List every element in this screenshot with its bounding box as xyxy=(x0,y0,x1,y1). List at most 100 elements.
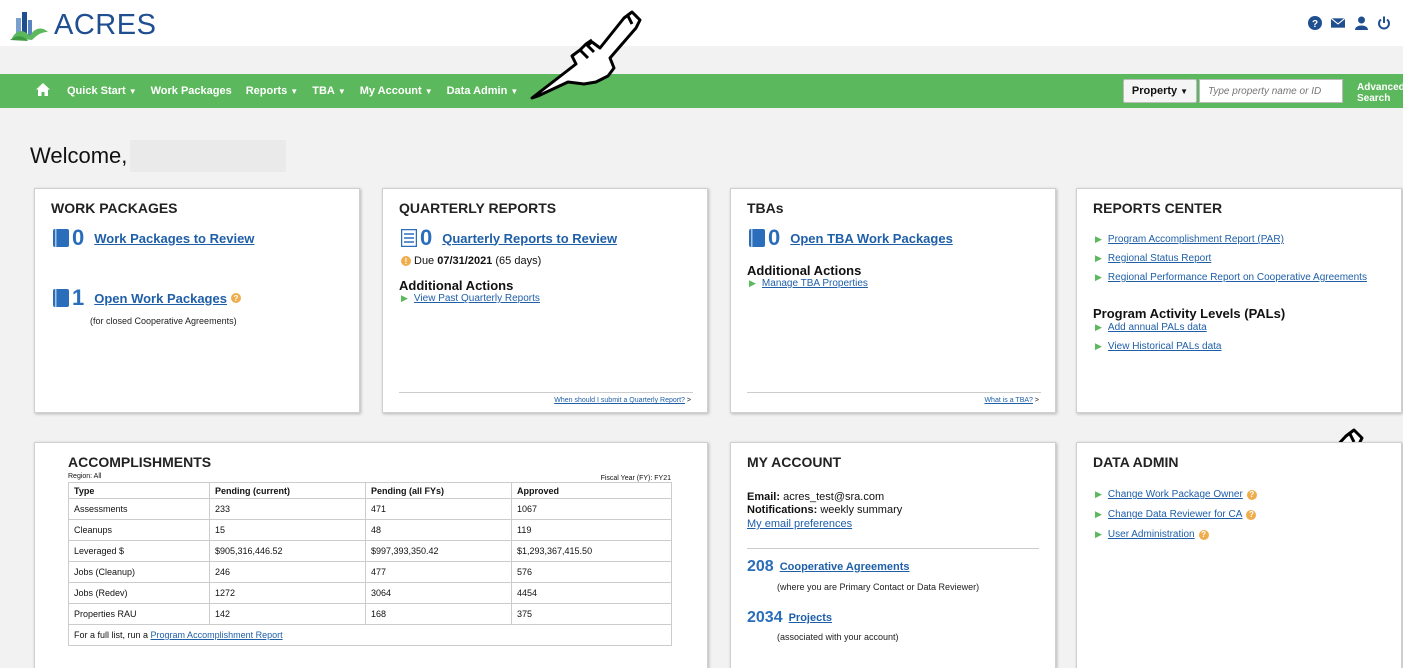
quarterly-review-row: 0 Quarterly Reports to Review xyxy=(401,225,617,251)
triangle-right-icon: ▶ xyxy=(1095,489,1102,499)
report-link-row: ▶ Regional Status Report xyxy=(1095,253,1211,264)
quarterly-reports-to-review-link[interactable]: Quarterly Reports to Review xyxy=(442,231,617,246)
data-admin-link-row: ▶ User Administration? xyxy=(1095,529,1209,540)
add-pals-link[interactable]: Add annual PALs data xyxy=(1108,322,1207,333)
par-report-link[interactable]: Program Accomplishment Report (PAR) xyxy=(1108,234,1284,245)
nav-my-account[interactable]: My Account ▼ xyxy=(360,85,433,97)
book-icon xyxy=(53,229,69,247)
change-work-package-owner-link[interactable]: Change Work Package Owner xyxy=(1108,489,1243,500)
nav-data-admin[interactable]: Data Admin ▼ xyxy=(447,85,519,97)
welcome-heading: Welcome, xyxy=(30,143,128,168)
review-count: 0 xyxy=(72,225,85,250)
help-icon[interactable]: ? xyxy=(1308,16,1322,30)
tba-help-footer: What is a TBA? > xyxy=(984,397,1039,404)
view-historical-pals-link[interactable]: View Historical PALs data xyxy=(1108,341,1222,352)
help-icon[interactable]: ? xyxy=(230,293,241,303)
triangle-right-icon: ▶ xyxy=(749,278,756,288)
email-row: Email: acres_test@sra.com xyxy=(747,491,885,503)
triangle-right-icon: ▶ xyxy=(1095,529,1102,539)
open-note: (for closed Cooperative Agreements) xyxy=(90,316,237,326)
view-past-quarterly-reports-link[interactable]: View Past Quarterly Reports xyxy=(414,293,540,304)
regional-status-report-link[interactable]: Regional Status Report xyxy=(1108,253,1211,264)
notifications-value: weekly summary xyxy=(820,504,903,516)
open-tba-work-packages-link[interactable]: Open TBA Work Packages xyxy=(790,231,953,246)
nav-quick-start[interactable]: Quick Start ▼ xyxy=(67,85,137,97)
advanced-search-link[interactable]: Advanced Search xyxy=(1357,82,1403,104)
open-count: 1 xyxy=(72,285,85,310)
manage-tba-properties-link[interactable]: Manage TBA Properties xyxy=(762,278,868,289)
reports-center-card: REPORTS CENTER ▶ Program Accomplishment R… xyxy=(1076,188,1402,413)
quarterly-reports-card: QUARTERLY REPORTS 0 Quarterly Reports to… xyxy=(382,188,708,413)
card-title: WORK PACKAGES xyxy=(51,200,178,216)
fiscal-year-label: Fiscal Year (FY): FY21 xyxy=(600,475,671,482)
user-name-redacted xyxy=(130,140,286,172)
table-row: Jobs (Cleanup) 246 477 576 xyxy=(68,561,672,583)
card-title: ACCOMPLISHMENTS xyxy=(68,454,212,470)
table-row: Assessments 233 471 1067 xyxy=(68,498,672,520)
ca-count: 208 xyxy=(747,558,774,575)
open-work-packages-link[interactable]: Open Work Packages xyxy=(94,291,227,306)
tba-count: 0 xyxy=(768,225,781,250)
report-link-row: ▶ Regional Performance Report on Cooperat… xyxy=(1095,272,1367,283)
triangle-right-icon: ▶ xyxy=(401,293,408,303)
help-icon[interactable]: ? xyxy=(1246,509,1257,520)
nav-work-packages[interactable]: Work Packages xyxy=(151,85,232,97)
quarterly-help-footer: When should I submit a Quarterly Report?… xyxy=(554,397,691,404)
projects-link[interactable]: Projects xyxy=(789,612,832,624)
column-header: Pending (all FYs) xyxy=(365,482,512,499)
column-header: Pending (current) xyxy=(209,482,366,499)
quarterly-count: 0 xyxy=(420,225,433,250)
change-data-reviewer-link[interactable]: Change Data Reviewer for CA xyxy=(1108,509,1243,520)
nav-reports[interactable]: Reports ▼ xyxy=(246,85,298,97)
help-icon[interactable]: ? xyxy=(1198,529,1209,540)
warning-icon: ! xyxy=(401,256,411,266)
table-header-row: Type Pending (current) Pending (all FYs)… xyxy=(68,482,672,499)
divider xyxy=(399,392,693,393)
review-row: 0 Work Packages to Review xyxy=(53,225,254,251)
chevron-down-icon: ▼ xyxy=(128,87,137,96)
projects-count: 2034 xyxy=(747,609,783,626)
user-administration-link[interactable]: User Administration xyxy=(1108,529,1195,540)
what-is-tba-link[interactable]: What is a TBA? xyxy=(984,397,1033,404)
work-packages-card: WORK PACKAGES 0 Work Packages to Review … xyxy=(34,188,360,413)
card-title: TBAs xyxy=(747,200,784,216)
report-list-icon xyxy=(401,229,417,247)
card-title: DATA ADMIN xyxy=(1093,454,1179,470)
logo-text: ACRES xyxy=(54,8,157,41)
power-icon[interactable] xyxy=(1377,16,1391,30)
book-icon xyxy=(53,289,69,307)
property-search-input[interactable] xyxy=(1199,79,1343,103)
due-info: ! Due 07/31/2021 (65 days) xyxy=(401,255,541,267)
chevron-down-icon: ▼ xyxy=(510,87,519,96)
divider xyxy=(747,548,1039,549)
pals-link-row: ▶ Add annual PALs data xyxy=(1095,322,1207,333)
projects-row: 2034 Projects xyxy=(747,609,832,627)
regional-performance-report-link[interactable]: Regional Performance Report on Cooperati… xyxy=(1108,272,1367,283)
card-title: MY ACCOUNT xyxy=(747,454,842,470)
column-header: Type xyxy=(68,482,210,499)
when-submit-quarterly-link[interactable]: When should I submit a Quarterly Report? xyxy=(554,397,685,404)
acres-logo[interactable]: ACRES xyxy=(10,8,156,42)
table-footer-row: For a full list, run a Program Accomplis… xyxy=(68,624,672,646)
ca-note: (where you are Primary Contact or Data R… xyxy=(777,582,980,592)
email-preferences-link[interactable]: My email preferences xyxy=(747,518,852,530)
property-dropdown-button[interactable]: Property ▼ xyxy=(1123,79,1197,103)
chevron-down-icon: ▼ xyxy=(337,87,346,96)
card-title: QUARTERLY REPORTS xyxy=(399,200,557,216)
cooperative-agreements-link[interactable]: Cooperative Agreements xyxy=(780,561,910,573)
plant-logo-icon xyxy=(10,12,48,41)
tbas-card: TBAs 0 Open TBA Work Packages Additional… xyxy=(730,188,1056,413)
table-row: Properties RAU 142 168 375 xyxy=(68,603,672,625)
work-packages-to-review-link[interactable]: Work Packages to Review xyxy=(94,231,254,246)
help-icon[interactable]: ? xyxy=(1246,489,1257,500)
user-icon[interactable] xyxy=(1354,16,1368,30)
home-icon[interactable] xyxy=(36,83,50,101)
mail-icon[interactable] xyxy=(1331,16,1345,30)
pals-heading: Program Activity Levels (PALs) xyxy=(1093,306,1286,321)
program-accomplishment-report-link[interactable]: Program Accomplishment Report xyxy=(151,630,283,640)
nav-tba[interactable]: TBA ▼ xyxy=(312,85,346,97)
triangle-right-icon: ▶ xyxy=(1095,341,1102,351)
divider xyxy=(747,392,1041,393)
tba-row: 0 Open TBA Work Packages xyxy=(749,225,953,251)
region-label: Region: All xyxy=(68,473,102,480)
